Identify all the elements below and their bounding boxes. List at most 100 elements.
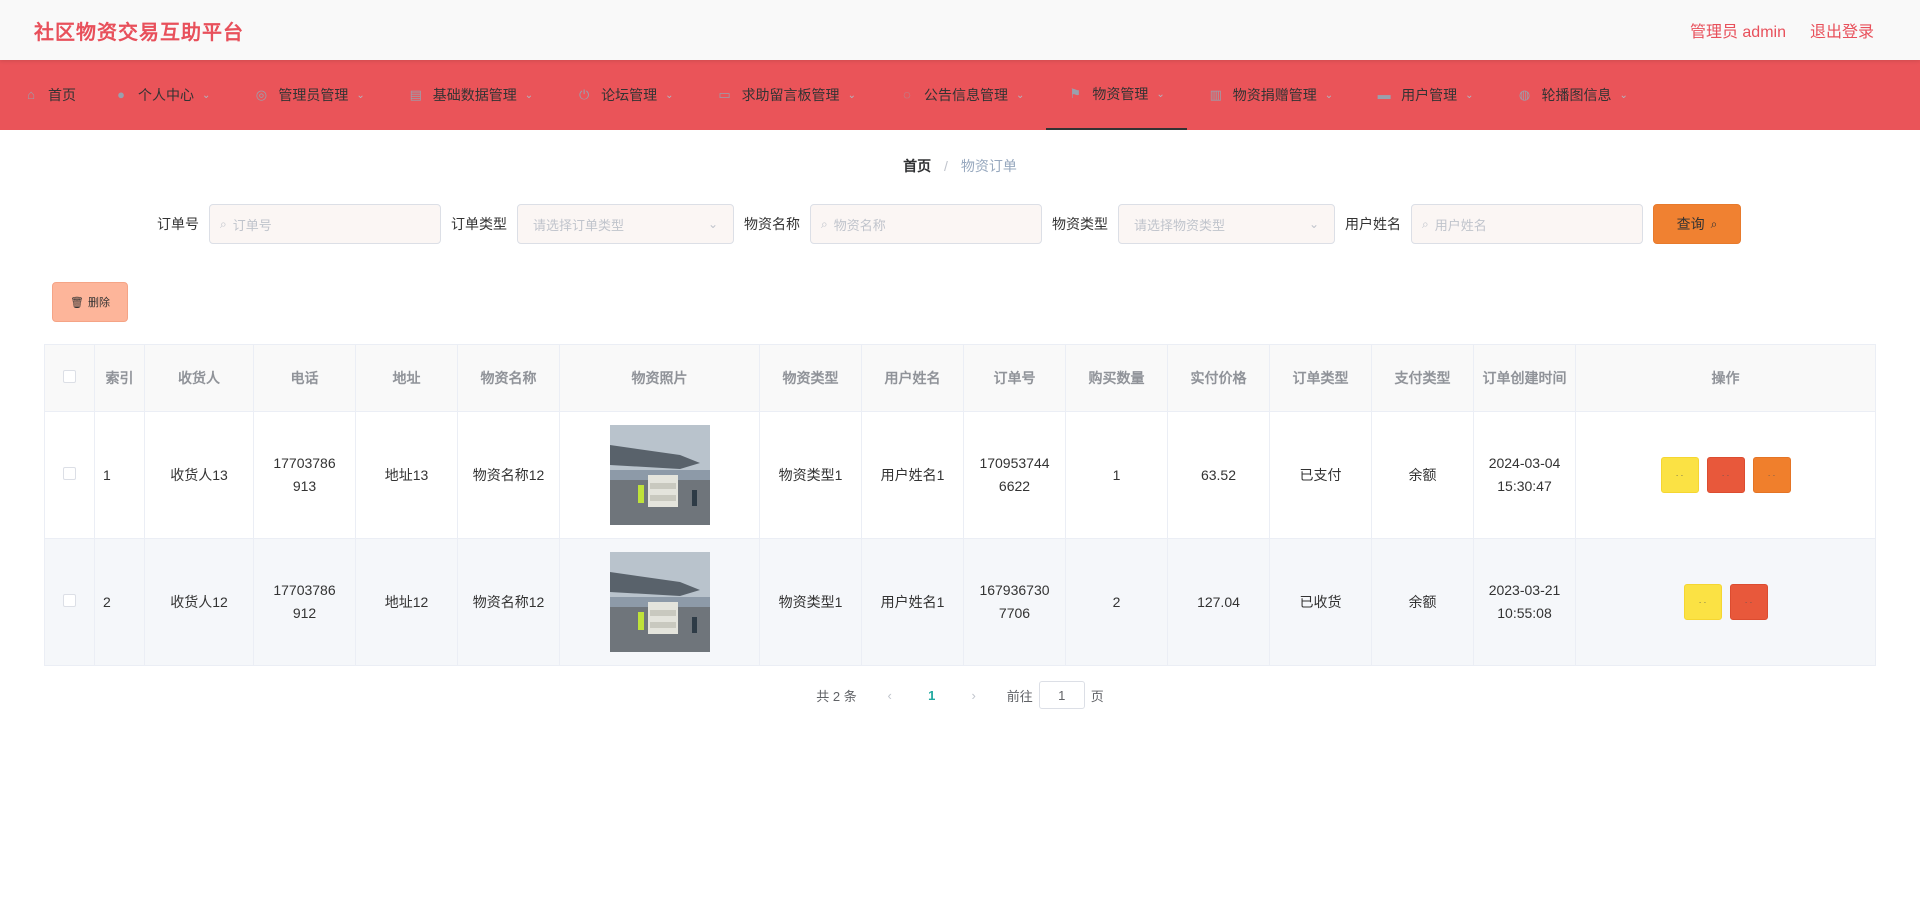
nav-item-admin-management[interactable]: ◎ 管理员管理 ⌄ [232, 60, 386, 130]
chevron-down-icon: ⌄ [202, 89, 211, 101]
nav-item-carousel-info[interactable]: ◍ 轮播图信息 ⌄ [1496, 60, 1650, 130]
receiver-cell: 收货人13 [144, 411, 254, 539]
order-no-input[interactable]: ⌕ 订单号 [209, 204, 441, 244]
select-all-checkbox[interactable] [63, 370, 76, 383]
nav-item-donation-management[interactable]: ▥ 物资捐赠管理 ⌄ [1187, 60, 1355, 130]
column-header: 地址 [355, 344, 458, 412]
user-name-label: 用户姓名 [1345, 216, 1401, 232]
row-checkbox[interactable] [63, 593, 76, 607]
nav-item-forum-management[interactable]: ⏻ 论坛管理 ⌄ [555, 60, 695, 130]
breadcrumb: 首页 / 物资订单 [0, 156, 1920, 176]
chevron-down-icon: ⌄ [1324, 89, 1334, 101]
phone-cell: 17703786912 [253, 538, 356, 666]
admin-user-label[interactable]: 管理员 admin [1690, 18, 1786, 42]
site-title: 社区物资交易互助平台 [34, 21, 244, 44]
order-no-cell: 1679367307706 [963, 538, 1066, 666]
breadcrumb-home[interactable]: 首页 [903, 158, 931, 174]
column-header: 订单创建时间 [1473, 344, 1576, 412]
chevron-down-icon: ⌄ [1465, 89, 1474, 101]
nav-item-help-message-management[interactable]: ▭ 求助留言板管理 ⌄ [696, 60, 878, 130]
goods-type-select[interactable]: 请选择物资类型 ⌄ [1118, 204, 1335, 244]
nav-item-label: 轮播图信息 [1541, 87, 1612, 103]
delete-row-button[interactable]: · · [1706, 457, 1745, 493]
index-cell: 1 [94, 411, 145, 539]
row-checkbox[interactable] [63, 466, 76, 480]
column-header: 索引 [94, 344, 145, 412]
logout-link[interactable]: 退出登录 [1810, 18, 1874, 42]
column-header: 物资名称 [457, 344, 560, 412]
nav-item-notice-management[interactable]: ◌ 公告信息管理 ⌄ [878, 60, 1046, 130]
goods-name-cell: 物资名称12 [457, 411, 560, 539]
chevron-down-icon: ⌄ [1015, 89, 1025, 101]
search-form: 订单号 ⌕ 订单号 订单类型 请选择订单类型 ⌄ 物资名称 ⌕ 物资名称 物资类… [0, 204, 1920, 244]
notice-icon: ◌ [903, 87, 911, 102]
nav-item-user-management[interactable]: ▬ 用户管理 ⌄ [1355, 60, 1495, 130]
row-actions: · · · · · · [1584, 457, 1867, 493]
price-cell: 127.04 [1167, 538, 1270, 666]
goto-page-input[interactable]: 1 [1038, 681, 1085, 709]
column-header: 物资类型 [759, 344, 862, 412]
column-header: 物资照片 [559, 344, 760, 412]
order-no-placeholder: 订单号 [232, 217, 272, 233]
main-nav: ⌂ 首页 ● 个人中心 ⌄ ◎ 管理员管理 ⌄ ▤ 基础数据管理 ⌄ ⏻ 论坛管… [0, 60, 1920, 130]
nav-item-label: 管理员管理 [278, 87, 349, 103]
home-icon: ⌂ [27, 87, 35, 102]
row-select-cell[interactable] [44, 411, 95, 539]
nav-item-home[interactable]: ⌂ 首页 [10, 60, 92, 130]
user-name-input[interactable]: ⌕ 用户姓名 [1411, 204, 1643, 244]
column-header: 订单号 [963, 344, 1066, 412]
address-cell: 地址13 [355, 411, 458, 539]
data-icon: ▤ [409, 87, 422, 102]
nav-item-goods-management[interactable]: ⚑ 物资管理 ⌄ [1046, 60, 1187, 130]
column-header: 电话 [253, 344, 356, 412]
chevron-down-icon: ⌄ [1308, 217, 1319, 231]
pagination-total: 共 2 条 [816, 688, 857, 704]
query-button[interactable]: 查询 ⌕ [1653, 204, 1741, 244]
goods-name-label: 物资名称 [744, 216, 800, 232]
search-icon: ⌕ [1422, 216, 1429, 231]
order-type-cell: 已收货 [1269, 538, 1372, 666]
nav-item-label: 个人中心 [138, 87, 194, 103]
orders-table-wrapper: 索引 收货人 电话 地址 物资名称 物资照片 物资类型 用户姓名 订单号 购买数… [44, 344, 1876, 666]
order-type-select[interactable]: 请选择订单类型 ⌄ [517, 204, 734, 244]
chevron-down-icon: ⌄ [524, 89, 534, 101]
view-button[interactable]: · · [1660, 457, 1699, 493]
phone-cell: 17703786913 [253, 411, 356, 539]
chevron-down-icon: ⌄ [356, 89, 365, 101]
goods-type-cell: 物资类型1 [759, 411, 862, 539]
trash-icon: 🗑 [70, 296, 84, 309]
nav-item-label: 求助留言板管理 [741, 87, 840, 103]
delete-button[interactable]: 🗑 删除 [52, 282, 128, 322]
goods-photo-cell [559, 538, 760, 666]
operations-cell: · · · · [1575, 538, 1876, 666]
delete-row-button[interactable]: · · [1729, 584, 1768, 620]
nav-item-personal-center[interactable]: ● 个人中心 ⌄ [92, 60, 232, 130]
goods-name-input[interactable]: ⌕ 物资名称 [810, 204, 1042, 244]
nav-item-label: 用户管理 [1401, 87, 1458, 103]
goods-photo-image [609, 552, 710, 652]
row-select-cell[interactable] [44, 538, 95, 666]
header-user-area: 管理员 admin 退出登录 [1690, 18, 1874, 42]
user-name-cell: 用户姓名1 [861, 538, 964, 666]
address-cell: 地址12 [355, 538, 458, 666]
next-page-icon[interactable]: › [959, 688, 989, 703]
ship-button[interactable]: · · [1752, 457, 1791, 493]
prev-page-icon[interactable]: ‹ [875, 688, 905, 703]
top-header: 社区物资交易互助平台 管理员 admin 退出登录 [0, 0, 1920, 60]
user-icon: ● [117, 87, 125, 102]
nav-item-label: 物资管理 [1092, 86, 1149, 102]
page-number[interactable]: 1 [917, 688, 947, 703]
goto-prefix: 前往 [1006, 688, 1033, 704]
breadcrumb-separator: / [944, 158, 948, 174]
view-button[interactable]: · · [1683, 584, 1722, 620]
order-type-cell: 已支付 [1269, 411, 1372, 539]
row-actions: · · · · [1584, 584, 1867, 620]
price-cell: 63.52 [1167, 411, 1270, 539]
nav-item-label: 公告信息管理 [923, 87, 1008, 103]
nav-item-base-data-management[interactable]: ▤ 基础数据管理 ⌄ [387, 60, 555, 130]
order-no-label: 订单号 [157, 216, 199, 232]
select-all-cell[interactable] [44, 344, 95, 412]
pay-type-cell: 余额 [1371, 538, 1474, 666]
search-icon: ⌕ [220, 216, 227, 231]
goods-name-placeholder: 物资名称 [833, 217, 886, 233]
